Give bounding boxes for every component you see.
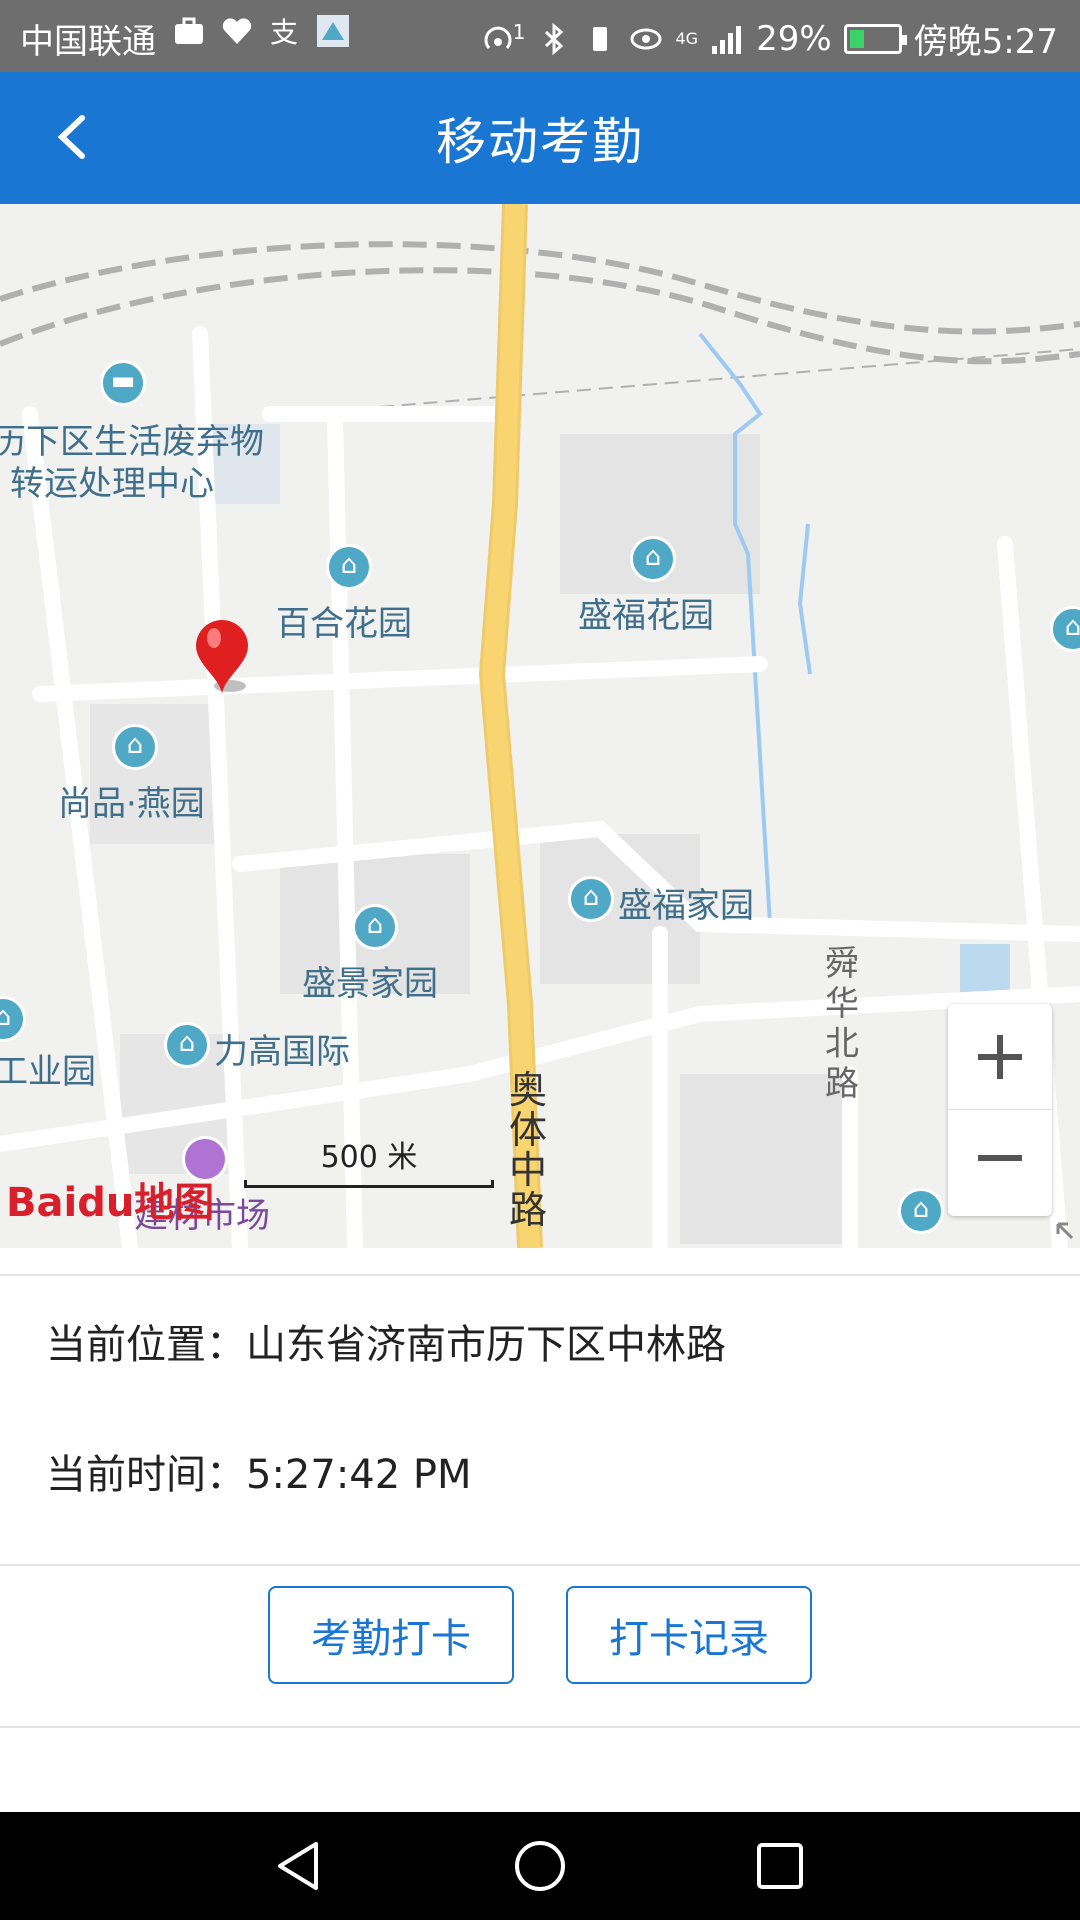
time-value: 5:27:42 PM xyxy=(246,1452,472,1498)
vibrate-icon xyxy=(583,22,617,56)
attendance-info: 当前位置：山东省济南市历下区中林路 当前时间：5:27:42 PM xyxy=(0,1274,1080,1566)
scale-bar xyxy=(244,1180,494,1188)
residential-icon[interactable] xyxy=(898,1188,944,1234)
poi-ligao-international[interactable]: 力高国际 xyxy=(214,1024,350,1073)
action-bar: 考勤打卡 打卡记录 xyxy=(0,1568,1080,1728)
residential-icon[interactable] xyxy=(326,544,372,590)
road-label-shunhua: 舜华北路 xyxy=(825,944,859,1104)
poi-waste-center-line2[interactable]: 转运处理中心 xyxy=(10,456,214,505)
current-time-row: 当前时间：5:27:42 PM xyxy=(46,1442,472,1500)
location-pin-icon[interactable] xyxy=(192,618,252,698)
residential-icon[interactable] xyxy=(352,904,398,950)
system-nav-bar xyxy=(0,1812,1080,1920)
poi-baihe-garden[interactable]: 百合花园 xyxy=(276,596,412,645)
road-label-aoti: 奥体中路 xyxy=(508,1068,547,1232)
poi-shengfu-jiayuan[interactable]: 盛福家园 xyxy=(618,878,754,927)
baidu-map-logo: Baidu地图 xyxy=(6,1180,215,1226)
network-type: 4G xyxy=(675,28,699,48)
map-view[interactable]: 历下区生活废弃物 转运处理中心 百合花园 盛福花园 尚品·燕园 盛福家园 盛景家… xyxy=(0,204,1080,1248)
clock-in-button[interactable]: 考勤打卡 xyxy=(268,1586,514,1684)
eye-icon xyxy=(629,22,663,56)
status-right: 1 4G 29% 傍晚5:27 xyxy=(481,14,1058,63)
health-icon xyxy=(220,14,254,48)
zoom-out-button[interactable] xyxy=(948,1110,1052,1216)
truck-icon[interactable] xyxy=(100,360,146,406)
status-left-icons: 支 xyxy=(172,14,350,49)
poi-shengjing-jiayuan[interactable]: 盛景家园 xyxy=(302,956,438,1005)
residential-icon[interactable] xyxy=(164,1022,210,1068)
hotspot-icon xyxy=(481,22,515,56)
page-title: 移动考勤 xyxy=(436,113,644,171)
time-label: 当前时间： xyxy=(46,1452,246,1498)
minus-icon xyxy=(978,1155,1022,1161)
battery-icon xyxy=(843,23,907,54)
bluetooth-icon xyxy=(537,22,571,56)
residential-icon[interactable] xyxy=(630,536,676,582)
status-bar: 中国联通 支 1 4G 29% 傍晚5:27 xyxy=(0,0,1080,72)
carrier-label: 中国联通 xyxy=(20,22,156,62)
zoom-in-button[interactable] xyxy=(948,1004,1052,1110)
briefcase-icon xyxy=(172,14,206,48)
app-bar: 移动考勤 xyxy=(0,72,1080,204)
map-scale: 500 米 xyxy=(244,1132,494,1192)
app-icon xyxy=(316,14,350,48)
residential-icon[interactable] xyxy=(112,724,158,770)
zoom-controls xyxy=(948,1004,1052,1216)
poi-industrial-park[interactable]: 工业园 xyxy=(0,1044,96,1093)
alipay-icon: 支 xyxy=(268,14,302,49)
battery-percent: 29% xyxy=(756,18,832,59)
expand-corner-icon[interactable] xyxy=(1052,1218,1078,1244)
signal-icon xyxy=(710,22,744,56)
records-button[interactable]: 打卡记录 xyxy=(566,1586,812,1684)
current-location-row: 当前位置：山东省济南市历下区中林路 xyxy=(46,1312,726,1370)
plus-icon xyxy=(978,1035,1022,1079)
residential-icon[interactable] xyxy=(568,876,614,922)
poi-shengfu-garden[interactable]: 盛福花园 xyxy=(578,588,714,637)
poi-shangpin-yanyuan[interactable]: 尚品·燕园 xyxy=(58,776,205,825)
hotspot-badge: 1 xyxy=(512,19,526,44)
status-time: 傍晚5:27 xyxy=(913,22,1058,62)
home-circle-icon[interactable] xyxy=(512,1838,568,1894)
recent-square-icon[interactable] xyxy=(752,1838,808,1894)
location-value: 山东省济南市历下区中林路 xyxy=(246,1322,726,1368)
svg-text:支: 支 xyxy=(270,16,298,48)
back-triangle-icon[interactable] xyxy=(270,1838,326,1894)
scale-label: 500 米 xyxy=(320,1140,418,1175)
location-label: 当前位置： xyxy=(46,1322,246,1368)
